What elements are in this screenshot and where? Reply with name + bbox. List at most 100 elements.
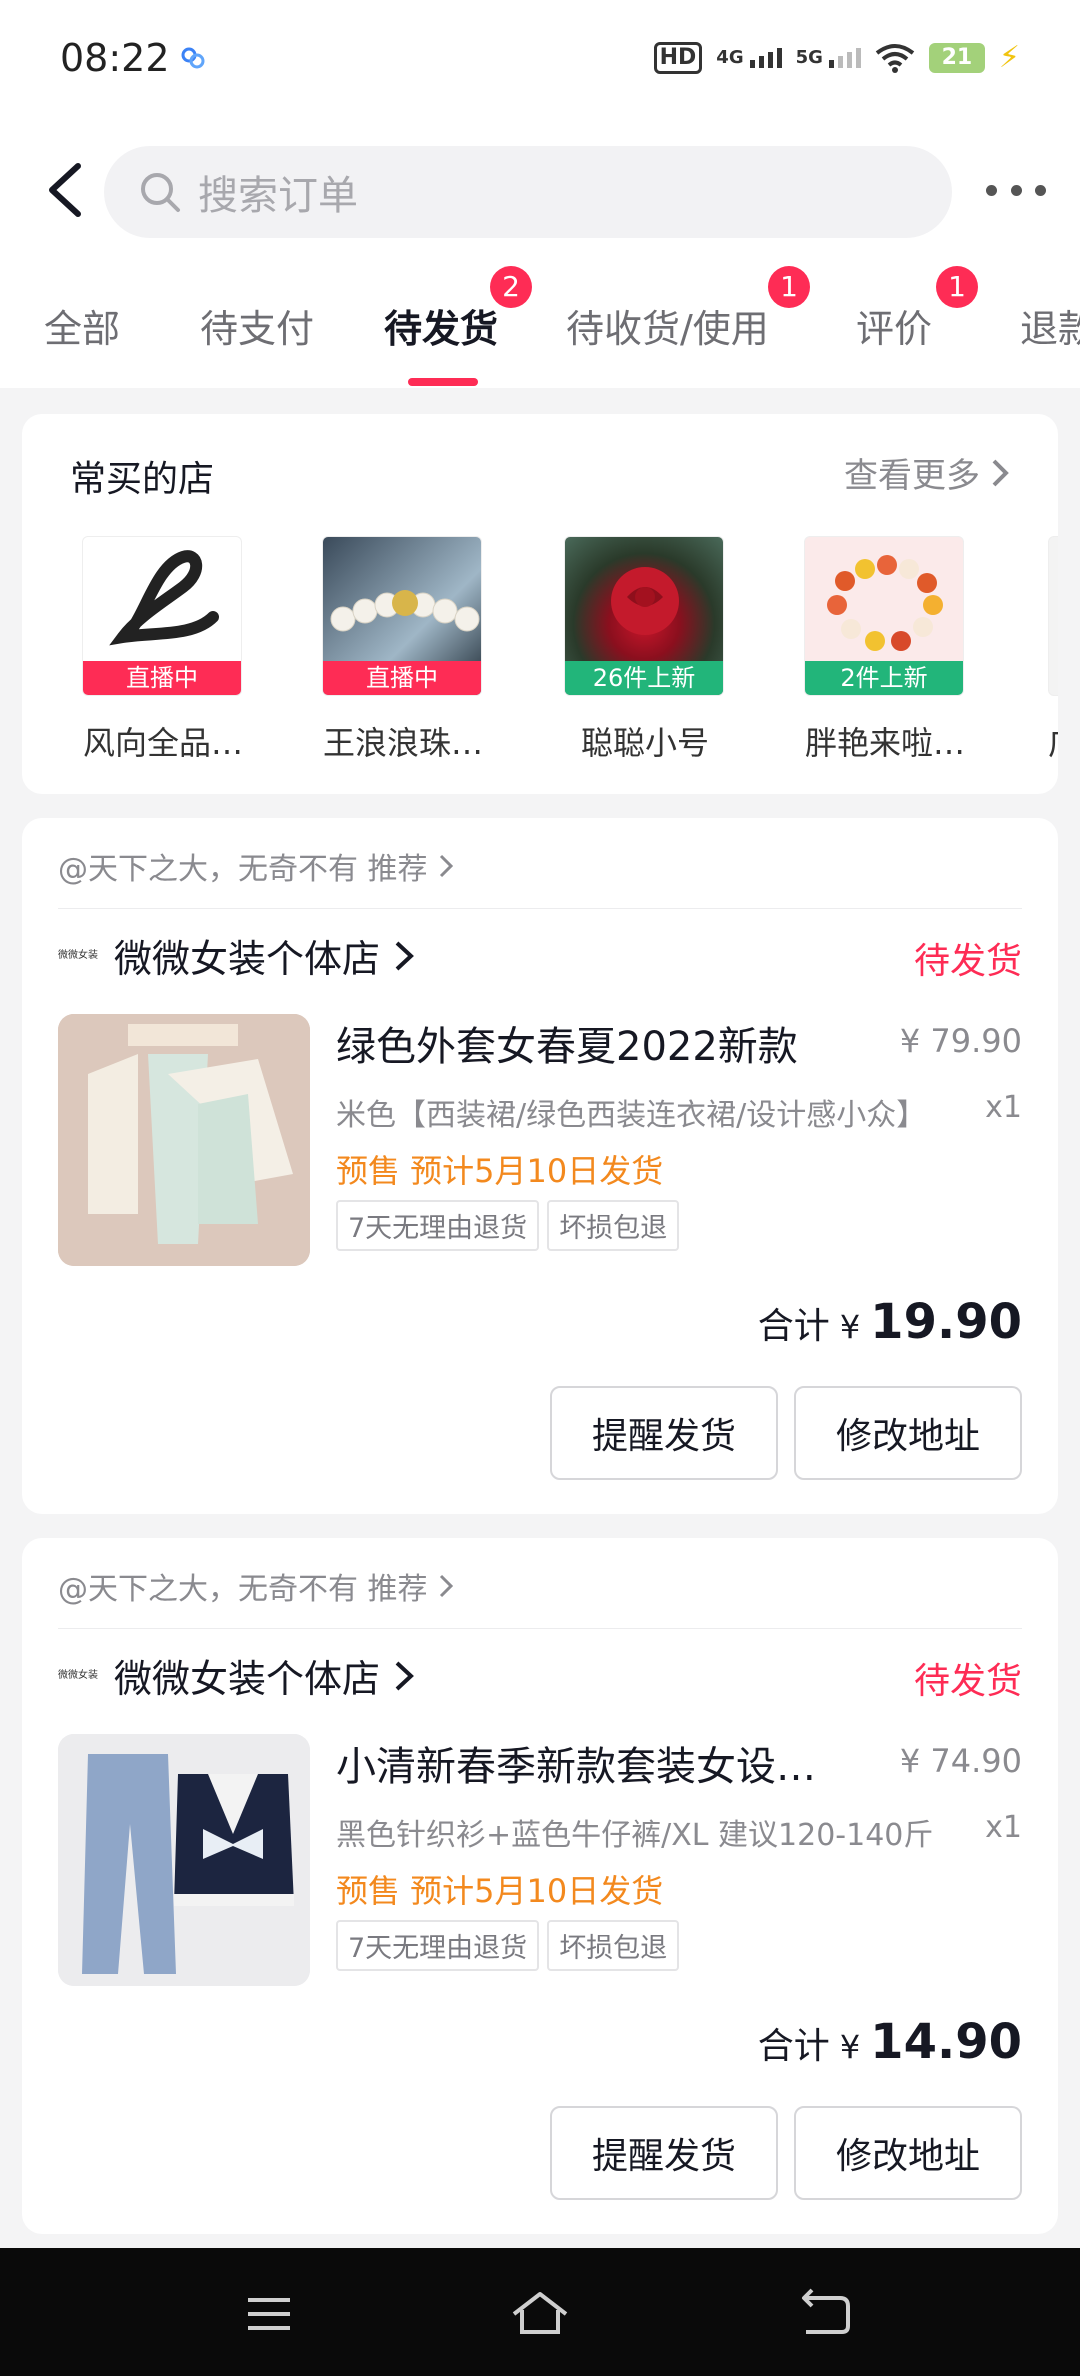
shop-item[interactable]: 直播中 王浪浪珠… [322, 536, 484, 764]
frequent-shops-title: 常买的店 [70, 459, 215, 500]
service-tags: 7天无理由退货 坏损包退 [336, 1920, 680, 1971]
product-quantity: x1 [985, 1090, 1022, 1125]
charging-icon: ⚡ [998, 40, 1020, 75]
order-status: 待发货 [913, 1661, 1022, 1702]
search-placeholder: 搜索订单 [198, 173, 358, 219]
header: 搜索订单 [0, 120, 1080, 260]
bracelet-image [827, 555, 943, 651]
product-spec: 米色【西装裙/绿色西装连衣裙/设计感小众】 [336, 1098, 927, 1133]
change-address-button[interactable]: 修改地址 [794, 2106, 1022, 2200]
rose-image [611, 567, 679, 635]
product-image[interactable] [58, 1734, 310, 1986]
product-spec: 黑色针织衫+蓝色牛仔裤/XL 建议120-140斤 [336, 1818, 934, 1853]
product-image[interactable] [58, 1014, 310, 1266]
product-photo [58, 1734, 310, 1986]
change-address-button[interactable]: 修改地址 [794, 1386, 1022, 1480]
menu-icon[interactable] [244, 2294, 294, 2334]
remind-shipment-button[interactable]: 提醒发货 [550, 1386, 778, 1480]
divider [58, 908, 1022, 909]
shop-thumbnail: 2件上新 [804, 536, 964, 696]
chevron-right-icon [395, 1661, 414, 1690]
search-icon [141, 173, 180, 212]
shop-item[interactable]: 广 [1048, 536, 1058, 764]
shop-item[interactable]: 2件上新 胖艳来啦… [804, 536, 966, 764]
status-icons: HD 4G 5G 21 ⚡ [653, 40, 1020, 75]
order-total: 合计 ¥ 14.90 [757, 2014, 1022, 2070]
store-logo: 微微女装 [58, 1669, 98, 1681]
recommend-link[interactable]: @天下之大，无奇不有 推荐 [58, 1564, 454, 1608]
product-price: ¥ 74.90 [899, 1742, 1022, 1780]
system-nav-bar [0, 2248, 1080, 2376]
shop-name: 王浪浪珠… [322, 724, 483, 762]
chevron-right-icon [439, 854, 453, 878]
shop-name: 胖艳来啦… [804, 724, 965, 762]
shop-item[interactable]: 26件上新 聪聪小号 [564, 536, 726, 764]
back-icon[interactable] [796, 2288, 852, 2338]
product-quantity: x1 [985, 1810, 1022, 1845]
shop-tag: 2件上新 [805, 661, 963, 695]
recommend-link[interactable]: @天下之大，无奇不有 推荐 [58, 844, 454, 888]
shop-name: 广 [1048, 718, 1058, 764]
status-bar: 08:22 HD 4G 5G 21 ⚡ [0, 0, 1080, 120]
divider [58, 1628, 1022, 1629]
shop-item[interactable]: 直播中 风向全品… [82, 536, 244, 764]
product-price: ¥ 79.90 [899, 1022, 1022, 1060]
app-notification-icon [181, 47, 205, 69]
shop-thumbnail [1048, 536, 1058, 696]
tab-pending-payment[interactable]: 待支付 [200, 298, 314, 353]
order-card: @天下之大，无奇不有 推荐 微微女装 微微女装个体店 待发货 绿色外套女春夏20… [22, 818, 1058, 1514]
tab-all[interactable]: 全部 [44, 298, 120, 353]
tab-review[interactable]: 评价 [856, 298, 932, 353]
chevron-right-icon [395, 941, 414, 970]
tab-badge: 1 [936, 266, 978, 308]
order-card: @天下之大，无奇不有 推荐 微微女装 微微女装个体店 待发货 小清新春季新款套装… [22, 1538, 1058, 2234]
chevron-right-icon [992, 459, 1009, 486]
service-tag: 7天无理由退货 [336, 1920, 540, 1971]
shop-name: 聪聪小号 [580, 724, 709, 762]
shop-tag: 直播中 [323, 661, 481, 695]
tab-badge: 2 [490, 266, 532, 308]
more-icon[interactable] [986, 170, 1046, 210]
product-title[interactable]: 绿色外套女春夏2022新款 [336, 1014, 836, 1072]
product-photo [58, 1014, 310, 1266]
tab-refund[interactable]: 退款 [1020, 298, 1080, 353]
store-logo: 微微女装 [58, 949, 98, 961]
battery-icon: 21 [928, 42, 985, 73]
shop-thumbnail: 26件上新 [564, 536, 724, 696]
order-total: 合计 ¥ 19.90 [757, 1294, 1022, 1350]
hd-icon: HD [653, 41, 703, 74]
search-input[interactable]: 搜索订单 [104, 146, 952, 238]
service-tag: 坏损包退 [547, 1200, 680, 1251]
tab-pending-receipt[interactable]: 待收货/使用 [566, 298, 769, 353]
wifi-icon [875, 43, 915, 73]
shop-tag: 直播中 [83, 661, 241, 695]
tab-badge: 1 [768, 266, 810, 308]
order-status: 待发货 [913, 941, 1022, 982]
shop-logo-icon [109, 550, 219, 646]
view-more-link[interactable]: 查看更多 [844, 448, 1010, 497]
home-icon[interactable] [510, 2288, 570, 2338]
store-name: 微微女装个体店 [114, 1657, 381, 1701]
bracelet-image [330, 590, 480, 632]
tab-pending-shipment[interactable]: 待发货 [384, 298, 498, 353]
service-tag: 7天无理由退货 [336, 1200, 540, 1251]
shop-name: 风向全品… [82, 724, 243, 762]
status-time: 08:22 [60, 36, 170, 80]
back-arrow-icon[interactable] [38, 150, 98, 230]
service-tag: 坏损包退 [547, 1920, 680, 1971]
store-link[interactable]: 微微女装 微微女装个体店 [58, 1648, 418, 1703]
order-tabs: 全部 待支付 待发货 2 待收货/使用 1 评价 1 退款 [0, 260, 1080, 388]
presale-note: 预售 预计5月10日发货 [336, 1872, 664, 1910]
active-tab-indicator [408, 378, 478, 386]
signal-4g-icon: 4G [716, 47, 782, 68]
presale-note: 预售 预计5月10日发货 [336, 1152, 664, 1190]
service-tags: 7天无理由退货 坏损包退 [336, 1200, 680, 1251]
frequent-shops-card: 常买的店 查看更多 直播中 风向全品… 直播中 王浪浪珠… 26件上新 聪聪小号… [22, 414, 1058, 794]
product-title[interactable]: 小清新春季新款套装女设计感 [336, 1734, 836, 1792]
signal-5g-icon: 5G [796, 47, 861, 68]
shop-tag: 26件上新 [565, 661, 723, 695]
shop-thumbnail: 直播中 [322, 536, 482, 696]
remind-shipment-button[interactable]: 提醒发货 [550, 2106, 778, 2200]
store-link[interactable]: 微微女装 微微女装个体店 [58, 928, 418, 983]
store-name: 微微女装个体店 [114, 937, 381, 981]
